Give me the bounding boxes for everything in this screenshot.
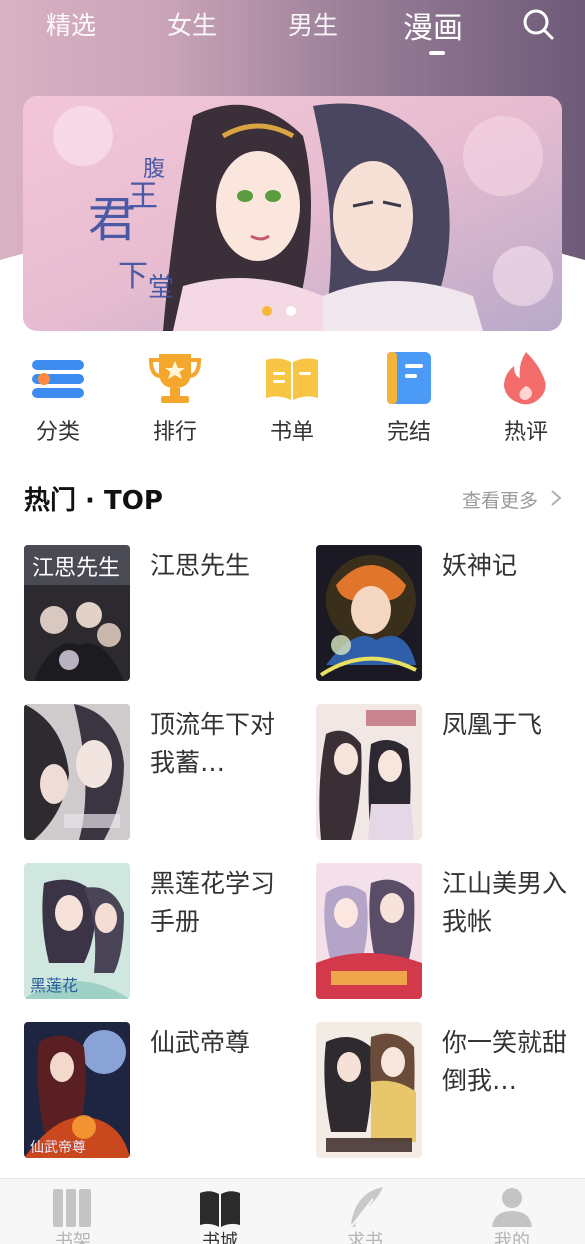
book-cover	[316, 1022, 422, 1158]
book-card[interactable]: 你一笑就甜倒我…	[316, 1022, 585, 1158]
banner-dot-active[interactable]	[262, 306, 272, 316]
book-card[interactable]: 顶流年下对我蓄…	[24, 704, 294, 840]
book-title: 你一笑就甜倒我…	[442, 1028, 568, 1095]
nav-label: 书架	[55, 1231, 91, 1244]
bottom-navigation: 书架 书城 求书 我的	[0, 1178, 585, 1244]
chevron-right-icon[interactable]	[550, 489, 562, 507]
nav-label: 我的	[494, 1231, 530, 1244]
section-title: 热门 · TOP	[24, 486, 163, 516]
banner-image: 君 王 腹 下 堂	[23, 96, 562, 331]
svg-text:下: 下	[118, 259, 148, 294]
tab-active-indicator	[429, 51, 445, 55]
quick-menu-reviews[interactable]: 热评	[476, 346, 576, 446]
book-title: 顶流年下对我蓄…	[150, 710, 276, 777]
quick-menu-label: 完结	[386, 420, 431, 445]
book-title: 江思先生	[150, 551, 251, 580]
book-title: 黑莲花学习手册	[150, 869, 276, 936]
book-cover	[24, 704, 130, 840]
quick-menu-category[interactable]: 分类	[8, 346, 108, 446]
nav-profile[interactable]: 我的	[457, 1179, 567, 1244]
svg-text:仙武帝尊: 仙武帝尊	[30, 1139, 86, 1156]
quick-menu-ranking[interactable]: 排行	[125, 346, 225, 446]
tab-female[interactable]: 女生	[167, 6, 217, 42]
nav-request-book[interactable]: 求书	[310, 1179, 420, 1244]
book-title: 江山美男入我帐	[442, 869, 568, 936]
quick-menu-label: 书单	[269, 420, 314, 445]
book-list-icon	[266, 358, 318, 400]
banner-carousel[interactable]: 君 王 腹 下 堂	[23, 96, 562, 331]
svg-text:腹: 腹	[143, 157, 165, 182]
book-card[interactable]: 黑莲花 黑莲花学习手册	[24, 863, 294, 999]
book-title: 妖神记	[442, 551, 518, 580]
book-cover	[316, 704, 422, 840]
bookshelf-icon	[53, 1189, 91, 1227]
trophy-icon	[148, 354, 202, 403]
quick-menu-label: 分类	[35, 420, 80, 445]
book-store-icon	[200, 1191, 240, 1227]
flame-icon	[504, 352, 546, 405]
nav-label: 书城	[202, 1231, 238, 1244]
banner-dot[interactable]	[286, 306, 296, 316]
tab-comics[interactable]: 漫画	[403, 3, 463, 47]
book-cover: 黑莲花	[24, 863, 130, 999]
category-icon	[32, 360, 84, 398]
quick-menu-label: 热评	[503, 420, 548, 445]
book-card[interactable]: 凤凰于飞	[316, 704, 585, 840]
svg-text:黑莲花: 黑莲花	[30, 976, 78, 995]
feather-icon	[350, 1187, 383, 1228]
svg-text:江思先生: 江思先生	[32, 556, 120, 581]
finished-book-icon	[387, 352, 431, 404]
nav-bookshelf[interactable]: 书架	[18, 1179, 128, 1244]
search-icon	[523, 9, 554, 40]
book-card[interactable]: 江思先生 江思先生	[24, 545, 294, 681]
book-cover: 江思先生	[24, 545, 130, 681]
view-more-link[interactable]: 查看更多	[462, 486, 538, 513]
nav-bookstore[interactable]: 书城	[165, 1179, 275, 1244]
quick-menu-label: 排行	[152, 420, 197, 445]
tab-featured[interactable]: 精选	[46, 6, 96, 42]
book-cover	[316, 863, 422, 999]
top-tabs: 精选 女生 男生 漫画	[0, 0, 585, 58]
quick-menu-finished[interactable]: 完结	[359, 346, 459, 446]
book-title: 仙武帝尊	[150, 1028, 251, 1057]
book-card[interactable]: 江山美男入我帐	[316, 863, 585, 999]
svg-text:王: 王	[128, 179, 158, 214]
tab-male[interactable]: 男生	[288, 6, 338, 42]
book-card[interactable]: 仙武帝尊 仙武帝尊	[24, 1022, 294, 1158]
book-cover	[316, 545, 422, 681]
search-button[interactable]	[520, 6, 556, 42]
book-title: 凤凰于飞	[442, 710, 543, 739]
book-card[interactable]: 妖神记	[316, 545, 585, 681]
quick-menu-booklist[interactable]: 书单	[242, 346, 342, 446]
nav-label: 求书	[347, 1231, 383, 1244]
user-icon	[492, 1188, 532, 1227]
svg-text:堂: 堂	[148, 273, 174, 303]
book-cover: 仙武帝尊	[24, 1022, 130, 1158]
